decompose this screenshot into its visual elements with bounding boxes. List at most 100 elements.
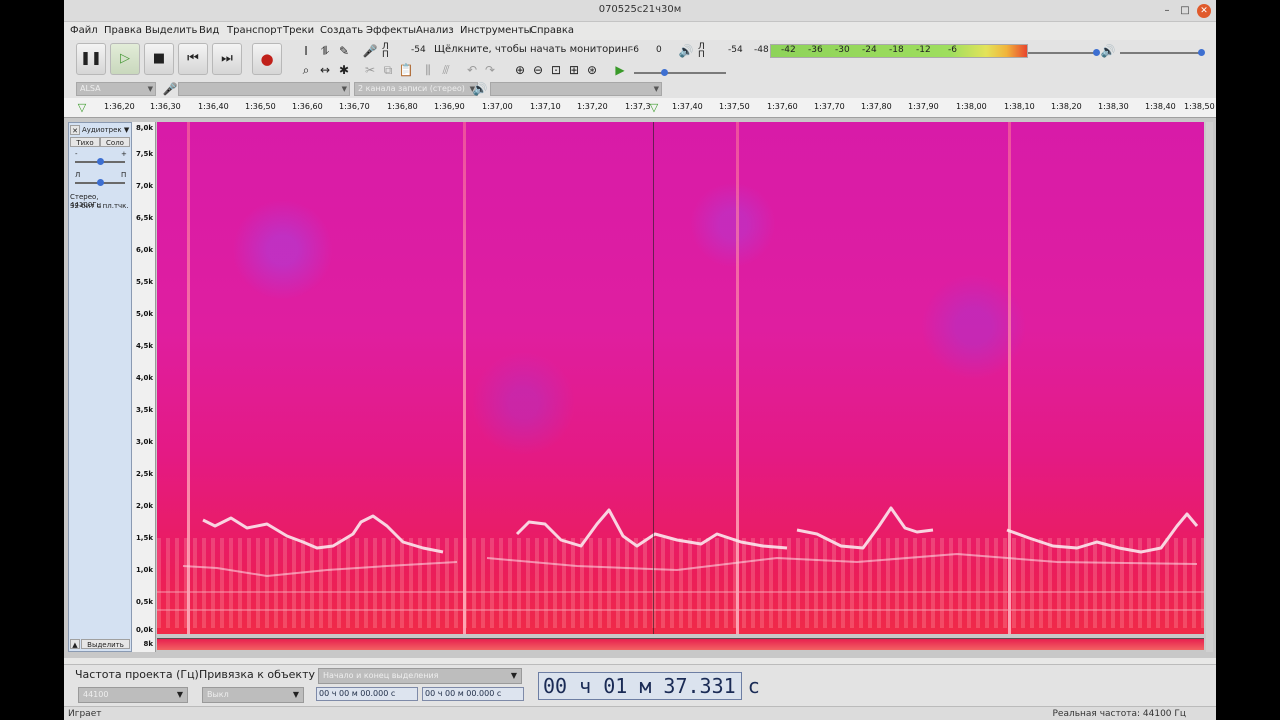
paste-icon[interactable]: 📋 xyxy=(398,62,414,78)
gain-knob[interactable] xyxy=(97,158,104,165)
snap-to-select[interactable]: Выкл ▼ xyxy=(202,687,304,703)
ruler-tick: 1:36,90 xyxy=(434,102,465,111)
ruler-tick: 1:37,60 xyxy=(767,102,798,111)
record-button[interactable]: ● xyxy=(252,43,282,75)
track-name-menu[interactable]: Аудиотрек ▼ xyxy=(82,126,130,134)
audio-position-clock[interactable]: 00 ч 01 м 37.331 с xyxy=(538,672,760,700)
stop-button[interactable]: ■ xyxy=(144,43,174,75)
gain-minus-label: - xyxy=(75,150,78,158)
selection-tool-icon[interactable]: I xyxy=(298,43,314,59)
monitor-prompt[interactable]: Щёлкните, чтобы начать мониторинг xyxy=(434,44,633,55)
record-device-select[interactable]: ▼ xyxy=(178,82,350,96)
menu-transport[interactable]: Транспорт xyxy=(227,25,282,36)
freq-label: 8,0k xyxy=(135,124,153,132)
freq-label: 0,5k xyxy=(135,598,153,606)
select-track-button[interactable]: Выделить xyxy=(81,639,130,649)
freq-label: 4,5k xyxy=(135,342,153,350)
selection-start-clock[interactable]: 00 ч 00 м 00.000 с xyxy=(316,687,418,701)
project-rate-value: 44100 xyxy=(83,690,109,699)
maximize-icon[interactable]: □ xyxy=(1178,4,1192,18)
freq-label: 2,0k xyxy=(135,502,153,510)
ruler-tick: 1:36,30 xyxy=(150,102,181,111)
selection-mode-value: Начало и конец выделения xyxy=(323,671,439,680)
record-channels-select[interactable]: 2 канала записи (стерео) ▼ xyxy=(354,82,478,96)
play-meter-right-label: П xyxy=(698,50,705,60)
playback-volume-slider[interactable] xyxy=(1120,52,1204,54)
menu-file[interactable]: Файл xyxy=(70,25,98,36)
record-volume-knob[interactable] xyxy=(1093,49,1100,56)
menu-select[interactable]: Выделить xyxy=(145,25,197,36)
playback-volume-knob[interactable] xyxy=(1198,49,1205,56)
fit-selection-icon[interactable]: ⊡ xyxy=(548,62,564,78)
draw-tool-icon[interactable]: ✎ xyxy=(336,43,352,59)
skip-start-button[interactable]: ⏮ xyxy=(178,43,208,75)
menu-generate[interactable]: Создать xyxy=(320,25,363,36)
track-close-icon[interactable]: ✕ xyxy=(70,125,80,135)
play-at-speed-icon[interactable]: ▶ xyxy=(612,62,628,78)
copy-icon[interactable]: ⧉ xyxy=(380,62,396,78)
fit-project-icon[interactable]: ⊞ xyxy=(566,62,582,78)
freq-label: 3,5k xyxy=(135,406,153,414)
window-title: 070525c21ч30м xyxy=(598,4,682,15)
menu-tracks[interactable]: Треки xyxy=(283,25,314,36)
menu-help[interactable]: Справка xyxy=(530,25,574,36)
record-device-icon: 🎤 xyxy=(162,82,178,96)
zoom-in-icon[interactable]: ⊕ xyxy=(512,62,528,78)
snap-to-label: Привязка к объекту xyxy=(199,668,315,681)
solo-button[interactable]: Соло xyxy=(100,137,130,147)
spectrogram-view[interactable] xyxy=(157,122,1204,634)
silence-icon[interactable]: ⫻ xyxy=(438,62,454,78)
menu-effects[interactable]: Эффекты xyxy=(366,25,416,36)
selection-end-clock[interactable]: 00 ч 00 м 00.000 с xyxy=(422,687,524,701)
selection-mode-select[interactable]: Начало и конец выделения ▼ xyxy=(318,668,522,684)
multi-tool-icon[interactable]: ✱ xyxy=(336,62,352,78)
pause-button[interactable]: ❚❚ xyxy=(76,43,106,75)
cut-icon[interactable]: ✂ xyxy=(362,62,378,78)
timeshift-tool-icon[interactable]: ↔ xyxy=(317,62,333,78)
play-speed-slider[interactable] xyxy=(634,72,726,74)
timeline-ruler[interactable]: ▽ ▽ 1:36,20 1:36,30 1:36,40 1:36,50 1:36… xyxy=(64,98,1216,118)
microphone-icon[interactable]: 🎤 xyxy=(362,43,378,59)
menu-edit[interactable]: Правка xyxy=(104,25,142,36)
freq-label: 1,5k xyxy=(135,534,153,542)
close-icon[interactable]: ✕ xyxy=(1197,4,1211,18)
status-rate: Реальная частота: 44100 Гц xyxy=(1052,709,1187,719)
mute-button[interactable]: Тихо xyxy=(70,137,100,147)
playback-device-icon: 🔊 xyxy=(472,82,488,96)
audio-host-select[interactable]: ALSA ▼ xyxy=(76,82,156,96)
freq-label: 3,0k xyxy=(135,438,153,446)
speaker-icon[interactable]: 🔊 xyxy=(678,43,694,59)
undo-icon[interactable]: ↶ xyxy=(464,62,480,78)
playback-device-select[interactable]: ▼ xyxy=(490,82,662,96)
vertical-scrollbar[interactable] xyxy=(1206,122,1213,652)
rec-meter-right-label: П xyxy=(382,50,389,60)
play-scale-36: -36 xyxy=(808,45,823,55)
zoom-tool-icon[interactable]: ⌕ xyxy=(298,62,314,78)
menu-view[interactable]: Вид xyxy=(199,25,219,36)
menu-analyze[interactable]: Анализ xyxy=(416,25,454,36)
zoom-out-icon[interactable]: ⊖ xyxy=(530,62,546,78)
menu-tools[interactable]: Инструменты xyxy=(460,25,532,36)
track-format-bits: 32-бит с пл.тчк. xyxy=(70,202,129,210)
envelope-tool-icon[interactable]: ⥮ xyxy=(317,43,333,59)
zoom-toggle-icon[interactable]: ⊛ xyxy=(584,62,600,78)
redo-icon[interactable]: ↷ xyxy=(482,62,498,78)
ruler-tick: 1:37,00 xyxy=(482,102,513,111)
track-name: Аудиотрек xyxy=(82,126,122,134)
minimize-icon[interactable]: – xyxy=(1160,4,1174,18)
pan-knob[interactable] xyxy=(97,179,104,186)
play-button[interactable]: ▷ xyxy=(110,43,140,75)
ruler-tick: 1:36,60 xyxy=(292,102,323,111)
pan-left-label: Л xyxy=(75,171,81,179)
project-rate-select[interactable]: 44100 ▼ xyxy=(78,687,188,703)
playback-volume-icon[interactable]: 🔊 xyxy=(1100,43,1116,59)
second-channel-strip[interactable] xyxy=(157,638,1204,650)
play-speed-knob[interactable] xyxy=(661,69,668,76)
play-head-marker-icon[interactable]: ▽ xyxy=(74,100,90,116)
collapse-track-icon[interactable]: ▲ xyxy=(70,639,80,649)
play-scale-24: -24 xyxy=(862,45,877,55)
frequency-scale[interactable]: 8,0k 7,5k 7,0k 6,5k 6,0k 5,5k 5,0k 4,5k … xyxy=(132,122,156,652)
trim-icon[interactable]: ⫼ xyxy=(420,62,436,78)
rec-scale-6: -6 xyxy=(630,45,639,55)
skip-end-button[interactable]: ⏭ xyxy=(212,43,242,75)
